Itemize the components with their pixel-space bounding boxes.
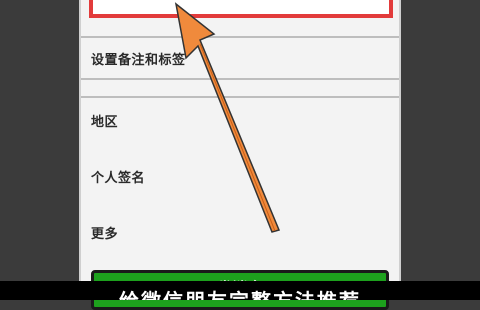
caption-text: 给微信朋友完整方法推荐 <box>80 281 400 300</box>
pointer-arrow-icon <box>174 2 281 233</box>
